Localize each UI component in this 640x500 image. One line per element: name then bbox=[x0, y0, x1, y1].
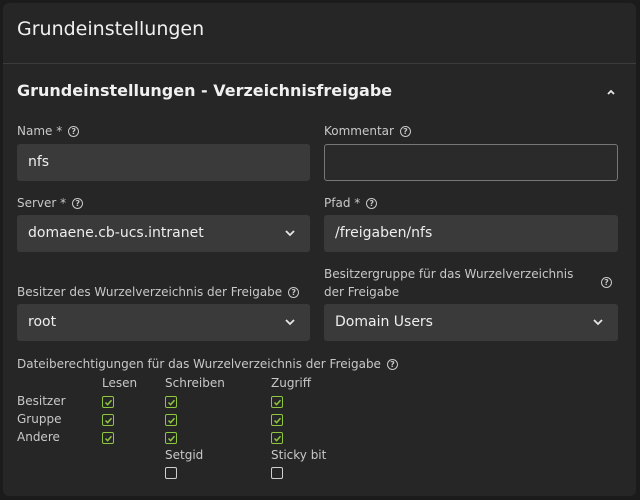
checkmark-icon bbox=[273, 417, 282, 424]
collapse-button[interactable] bbox=[601, 83, 621, 101]
group-select[interactable]: Domain Users bbox=[324, 304, 618, 341]
path-input[interactable]: /freigaben/nfs bbox=[324, 215, 618, 252]
sticky-bit-checkbox[interactable] bbox=[271, 467, 283, 479]
row-owner: Besitzer bbox=[17, 394, 66, 408]
col-write: Schreiben bbox=[165, 376, 225, 390]
owner-value: root bbox=[28, 314, 57, 330]
path-label: Pfad *? bbox=[324, 194, 378, 212]
comment-input[interactable] bbox=[324, 144, 618, 181]
permission-checkbox[interactable] bbox=[165, 432, 177, 444]
checkmark-icon bbox=[104, 435, 113, 442]
permission-checkbox[interactable] bbox=[102, 396, 114, 408]
permission-checkbox[interactable] bbox=[102, 414, 114, 426]
server-label: Server *? bbox=[17, 194, 84, 212]
divider bbox=[3, 63, 636, 64]
help-circle-icon[interactable]: ? bbox=[386, 359, 398, 370]
group-value: Domain Users bbox=[335, 314, 433, 330]
server-value: domaene.cb-ucs.intranet bbox=[28, 225, 204, 241]
permissions-label: Dateiberechtigungen für das Wurzelverzei… bbox=[17, 355, 398, 373]
help-circle-icon[interactable]: ? bbox=[288, 287, 300, 298]
owner-label: Besitzer des Wurzelverzeichnis der Freig… bbox=[17, 283, 300, 301]
permission-checkbox[interactable] bbox=[271, 432, 283, 444]
row-other: Andere bbox=[17, 430, 60, 444]
checkmark-icon bbox=[167, 399, 176, 406]
row-group: Gruppe bbox=[17, 412, 62, 426]
help-circle-icon[interactable]: ? bbox=[601, 277, 612, 288]
permission-checkbox[interactable] bbox=[102, 432, 114, 444]
help-circle-icon[interactable]: ? bbox=[366, 198, 378, 209]
checkmark-icon bbox=[273, 399, 282, 406]
setgid-label: Setgid bbox=[165, 448, 204, 462]
settings-panel: Grundeinstellungen Grundeinstellungen - … bbox=[3, 3, 636, 496]
setgid-checkbox[interactable] bbox=[165, 467, 177, 479]
checkmark-icon bbox=[104, 399, 113, 406]
chevron-down-icon bbox=[593, 319, 603, 326]
help-circle-icon[interactable]: ? bbox=[68, 126, 80, 137]
checkmark-icon bbox=[167, 417, 176, 424]
sticky-label: Sticky bit bbox=[271, 448, 327, 462]
permission-checkbox[interactable] bbox=[271, 396, 283, 408]
permission-checkbox[interactable] bbox=[165, 414, 177, 426]
chevron-up-icon bbox=[607, 89, 615, 95]
permission-checkbox[interactable] bbox=[165, 396, 177, 408]
section-title: Grundeinstellungen - Verzeichnisfreigabe bbox=[17, 81, 393, 100]
group-label: Besitzergruppe für das Wurzelverzeichnis… bbox=[324, 267, 574, 299]
page-title: Grundeinstellungen bbox=[17, 18, 205, 40]
chevron-down-icon bbox=[285, 230, 295, 237]
server-select[interactable]: domaene.cb-ucs.intranet bbox=[17, 215, 310, 252]
name-label: Name *? bbox=[17, 122, 80, 140]
permission-checkbox[interactable] bbox=[271, 414, 283, 426]
comment-label: Kommentar? bbox=[324, 122, 411, 140]
chevron-down-icon bbox=[285, 319, 295, 326]
checkmark-icon bbox=[273, 435, 282, 442]
checkmark-icon bbox=[104, 417, 113, 424]
checkmark-icon bbox=[167, 435, 176, 442]
col-access: Zugriff bbox=[271, 376, 311, 390]
help-circle-icon[interactable]: ? bbox=[72, 198, 84, 209]
col-read: Lesen bbox=[102, 376, 138, 390]
owner-select[interactable]: root bbox=[17, 304, 310, 341]
help-circle-icon[interactable]: ? bbox=[399, 126, 411, 137]
name-input[interactable]: nfs bbox=[17, 144, 310, 181]
